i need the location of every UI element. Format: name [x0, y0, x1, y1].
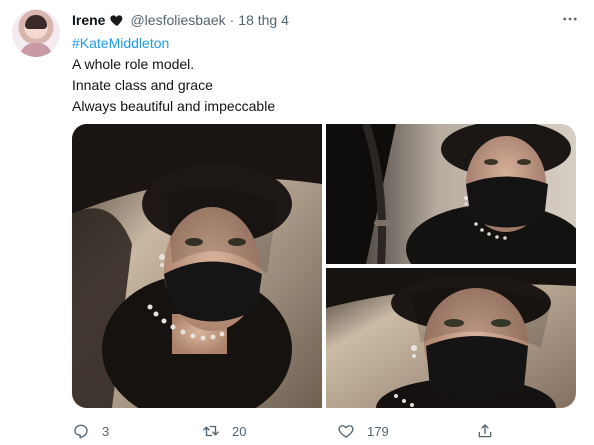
tweet-line-1: A whole role model. — [72, 56, 195, 72]
retweet-count: 20 — [232, 423, 247, 439]
hashtag-link[interactable]: #KateMiddleton — [72, 35, 169, 51]
tweet-header: Irene @lesfoliesbaek · 18 thg 4 — [72, 11, 289, 29]
action-bar: 3 20 179 — [72, 419, 592, 443]
avatar-shirt — [20, 43, 52, 57]
photo-2[interactable] — [326, 124, 576, 264]
media-grid — [72, 124, 576, 408]
photo-1[interactable] — [72, 124, 322, 408]
like-count: 179 — [367, 423, 389, 439]
reply-count: 3 — [102, 423, 110, 439]
like-button[interactable]: 179 — [337, 419, 389, 443]
tweet-line-3: Always beautiful and impeccable — [72, 98, 276, 114]
tweet-text: #KateMiddleton A whole role model. Innat… — [72, 33, 275, 117]
share-icon — [478, 424, 492, 438]
tweet-line-2: Innate class and grace — [72, 77, 213, 93]
more-options-icon[interactable] — [560, 9, 580, 29]
heart-icon — [338, 425, 354, 438]
photo-3[interactable] — [326, 268, 576, 408]
reply-icon — [74, 424, 88, 439]
author-name[interactable]: Irene — [72, 12, 105, 28]
author-handle[interactable]: @lesfoliesbaek — [130, 12, 225, 28]
avatar-hair — [25, 15, 47, 29]
avatar[interactable] — [12, 9, 60, 57]
retweet-button[interactable]: 20 — [202, 419, 246, 443]
separator-dot: · — [229, 12, 235, 28]
black-heart-icon — [109, 12, 125, 28]
tweet-date[interactable]: 18 thg 4 — [238, 12, 289, 28]
reply-button[interactable]: 3 — [72, 419, 109, 443]
tweet[interactable]: Irene @lesfoliesbaek · 18 thg 4 #KateMid… — [0, 0, 594, 445]
share-button[interactable] — [476, 419, 494, 443]
retweet-icon — [203, 425, 219, 437]
